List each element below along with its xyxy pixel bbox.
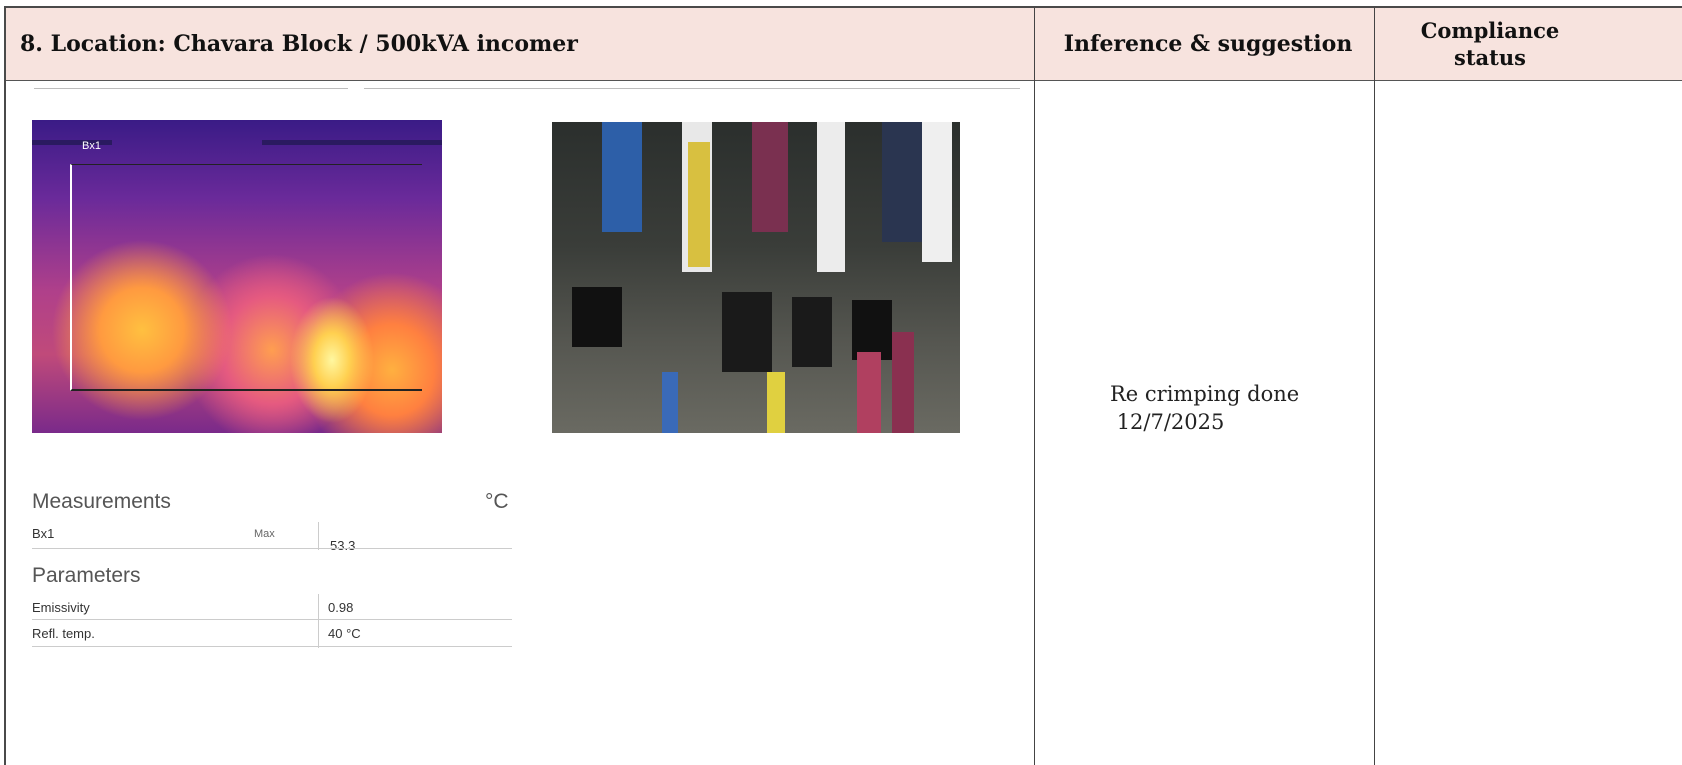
inference-line1: Re crimping done <box>1110 382 1300 406</box>
location-heading: 8. Location: Chavara Block / 500kVA inco… <box>20 31 578 57</box>
red-cable <box>857 352 881 433</box>
white-busbar <box>922 122 952 262</box>
row-separator <box>32 548 512 549</box>
parameter-divider <box>318 594 319 648</box>
measurements-unit: °C <box>485 490 509 513</box>
inference-heading: Inference & suggestion <box>1063 31 1353 57</box>
white-busbar <box>817 122 845 272</box>
row-separator <box>32 619 512 620</box>
measurement-value: 53.3 <box>330 538 356 553</box>
visual-photo <box>552 122 960 433</box>
cable-lug <box>852 300 892 360</box>
thermal-box-label: Bx1 <box>82 140 101 152</box>
parameter-value: 0.98 <box>328 600 354 615</box>
compliance-heading-line2: status <box>1454 45 1526 70</box>
row-separator <box>32 646 512 647</box>
measurement-name: Bx1 <box>32 526 55 541</box>
yellow-cable <box>767 372 785 433</box>
divider-line <box>34 88 348 89</box>
parameter-name: Refl. temp. <box>32 626 95 641</box>
inference-date: 12/7/2025 <box>1116 410 1225 434</box>
blue-busbar <box>602 122 642 232</box>
parameter-name: Emissivity <box>32 600 90 615</box>
cable-lug <box>572 287 622 347</box>
measurements-title: Measurements <box>32 490 171 513</box>
red-cable <box>892 332 914 433</box>
parameter-value: 40 °C <box>328 626 361 641</box>
thermal-image: Bx1 <box>32 120 442 433</box>
cable-lug <box>722 292 772 372</box>
cable-lug <box>792 297 832 367</box>
column-divider <box>1034 8 1035 765</box>
column-divider <box>1374 8 1375 765</box>
measurement-divider <box>318 522 319 550</box>
compliance-heading-line1: Compliance <box>1420 18 1560 43</box>
compliance-heading: Compliance status <box>1380 8 1600 80</box>
divider-line <box>364 88 1020 89</box>
inference-text: Re crimping done 12/7/2025 <box>1110 380 1299 436</box>
measurement-stat: Max <box>254 528 275 540</box>
thermal-image-decor <box>262 140 442 145</box>
yellow-busbar <box>688 142 710 267</box>
red-busbar <box>752 122 788 232</box>
blue-cable <box>662 372 678 433</box>
parameters-title: Parameters <box>32 564 141 587</box>
measurement-box-bx1 <box>70 164 422 391</box>
